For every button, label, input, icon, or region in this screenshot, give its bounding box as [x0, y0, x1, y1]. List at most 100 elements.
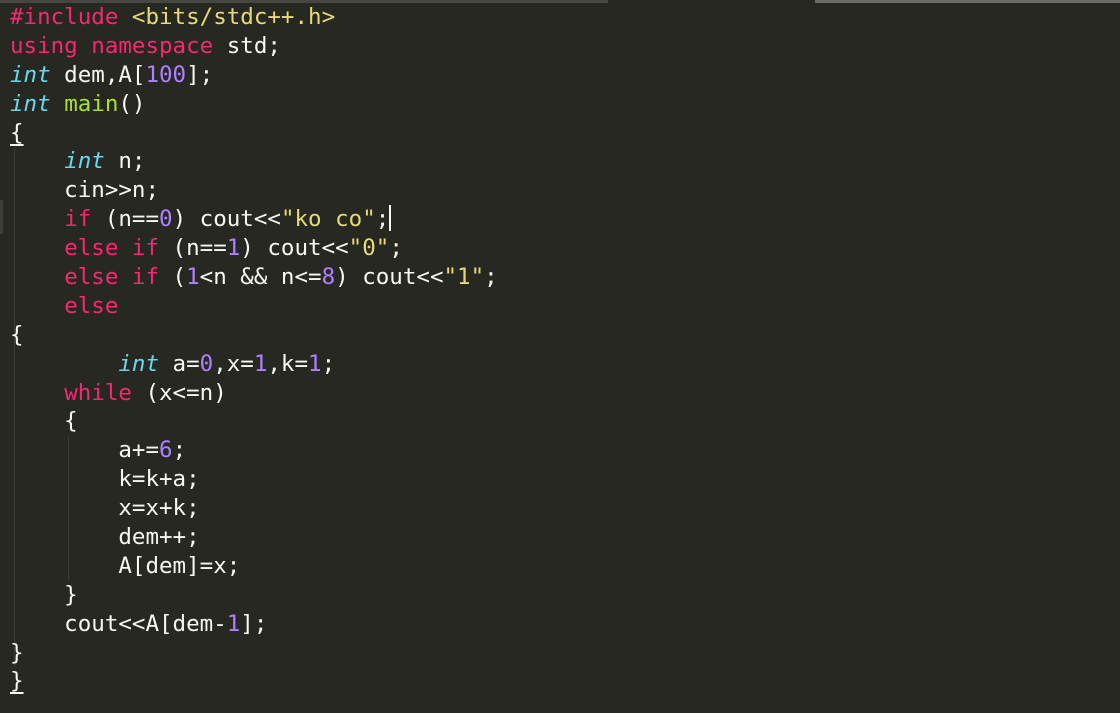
- code-token: }: [10, 581, 78, 608]
- code-token: dem,A[: [50, 61, 146, 88]
- code-line[interactable]: else: [10, 292, 498, 321]
- code-token: ];: [240, 610, 268, 637]
- code-line[interactable]: if (n==0) cout<<"ko co";: [10, 205, 498, 234]
- code-line[interactable]: cout<<A[dem-1];: [10, 610, 498, 639]
- code-token: dem++;: [10, 524, 200, 551]
- code-line[interactable]: {: [10, 407, 498, 436]
- code-line[interactable]: }: [10, 667, 498, 696]
- code-token: 0: [199, 350, 214, 377]
- code-token: cout<<A[dem-: [10, 610, 227, 637]
- code-token: a=: [159, 350, 200, 377]
- code-line[interactable]: int a=0,x=1,k=1;: [10, 350, 498, 379]
- code-token: cin>>n;: [10, 177, 160, 204]
- code-line[interactable]: int main(): [10, 90, 498, 119]
- code-token: x=x+k;: [10, 495, 200, 522]
- code-line[interactable]: cin>>n;: [10, 176, 498, 205]
- code-token: if: [64, 206, 92, 233]
- code-line[interactable]: A[dem]=x;: [10, 552, 498, 581]
- code-token: "ko co": [280, 206, 376, 233]
- code-token: (n==: [159, 235, 227, 262]
- code-token: {: [10, 119, 24, 146]
- code-token: else: [64, 264, 119, 291]
- code-token: else: [64, 292, 119, 319]
- code-token: int: [118, 350, 160, 377]
- code-line[interactable]: }: [10, 639, 498, 668]
- code-token: (n==: [91, 206, 160, 233]
- code-token: ;: [389, 235, 403, 262]
- code-token: "1": [443, 264, 485, 291]
- tab-bar-right: [815, 0, 1120, 3]
- code-line[interactable]: dem++;: [10, 523, 498, 552]
- code-line[interactable]: else if (1<n && n<=8) cout<<"1";: [10, 263, 498, 292]
- code-line[interactable]: k=k+a;: [10, 465, 498, 494]
- code-token: else: [64, 235, 119, 262]
- code-token: {: [10, 321, 24, 348]
- code-token: ;: [375, 206, 390, 233]
- code-line[interactable]: {: [10, 321, 498, 350]
- code-token: std;: [226, 32, 281, 59]
- code-token: ];: [186, 61, 214, 88]
- code-token: if: [131, 235, 160, 262]
- code-token: <bits/stdc++.h>: [131, 4, 336, 30]
- code-token: 0: [159, 206, 173, 233]
- code-token: (x<=n): [131, 379, 227, 406]
- code-token: while: [64, 379, 132, 406]
- code-line[interactable]: x=x+k;: [10, 494, 498, 523]
- code-line[interactable]: using namespace std;: [10, 32, 498, 61]
- code-line[interactable]: int dem,A[100];: [10, 61, 498, 90]
- code-token: int: [10, 61, 51, 88]
- code-token: "0": [348, 235, 390, 262]
- code-token: n;: [104, 148, 146, 175]
- code-token: 1: [308, 350, 322, 377]
- code-token: ,x=: [213, 350, 254, 377]
- code-line[interactable]: #include <bits/stdc++.h>: [10, 3, 498, 32]
- code-token: 1: [226, 610, 241, 637]
- current-line-gutter-marker: [0, 200, 3, 234]
- code-line[interactable]: {: [10, 119, 498, 148]
- code-token: int: [64, 148, 105, 175]
- code-token: using: [10, 32, 92, 59]
- code-token: 1: [226, 235, 241, 262]
- code-token: ) cout<<: [172, 206, 281, 233]
- code-line[interactable]: a+=6;: [10, 436, 498, 465]
- code-token: A[dem]=x;: [10, 552, 241, 579]
- code-token: #include: [10, 4, 132, 30]
- code-editor[interactable]: #include <bits/stdc++.h> using namespace …: [0, 0, 1120, 713]
- code-token: ) cout<<: [240, 235, 349, 262]
- code-text-area[interactable]: #include <bits/stdc++.h> using namespace …: [10, 3, 498, 696]
- code-token: ) cout<<: [335, 264, 444, 291]
- code-token: k=k+a;: [10, 466, 200, 493]
- code-token: ;: [172, 437, 187, 464]
- code-token: }: [10, 639, 24, 666]
- code-token: namespace: [91, 32, 227, 59]
- code-token: main: [64, 90, 119, 117]
- code-token: a+=: [10, 437, 160, 464]
- code-token: {: [10, 408, 78, 435]
- code-token: ;: [321, 350, 336, 377]
- code-token: (): [118, 90, 146, 117]
- code-line[interactable]: else if (n==1) cout<<"0";: [10, 234, 498, 263]
- code-token: int: [10, 90, 51, 117]
- code-token: ;: [484, 264, 498, 291]
- code-token: 1: [186, 264, 200, 291]
- code-line[interactable]: while (x<=n): [10, 379, 498, 408]
- code-line[interactable]: }: [10, 581, 498, 610]
- code-token: }: [10, 668, 24, 695]
- code-token: 8: [321, 264, 336, 291]
- code-line[interactable]: int n;: [10, 147, 498, 176]
- text-cursor: [389, 205, 392, 232]
- code-token: <n && n<=: [199, 264, 322, 291]
- code-token: if: [131, 264, 160, 291]
- code-token: 1: [253, 350, 268, 377]
- code-token: (: [159, 264, 187, 291]
- code-token: 6: [159, 437, 173, 464]
- code-token: ,k=: [267, 350, 309, 377]
